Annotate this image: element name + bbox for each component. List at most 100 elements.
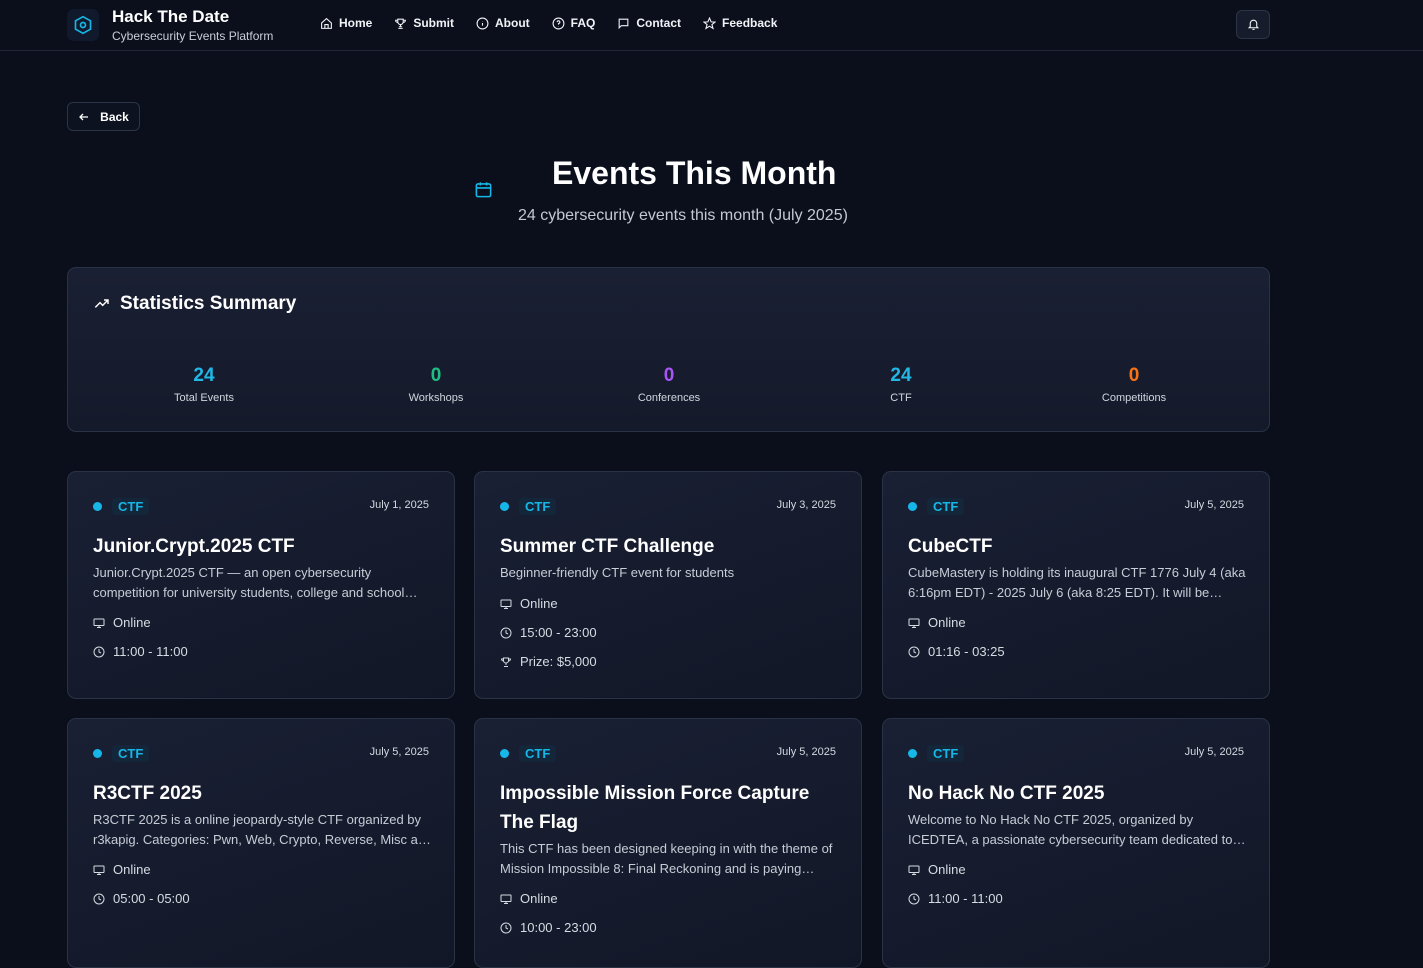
status-dot	[908, 749, 917, 758]
event-type-badge: CTF	[908, 498, 965, 515]
monitor-icon	[500, 894, 512, 904]
event-card[interactable]: CTF July 3, 2025 Summer CTF Challenge Be…	[474, 471, 862, 699]
stat-workshops: 0 Workshops	[346, 364, 526, 404]
event-location-label: Online	[113, 615, 151, 630]
event-title: Summer CTF Challenge	[500, 536, 715, 557]
event-time-label: 05:00 - 05:00	[113, 891, 190, 906]
trending-up-icon	[94, 299, 109, 308]
event-card[interactable]: CTF July 5, 2025 R3CTF 2025 R3CTF 2025 i…	[67, 718, 455, 968]
stat-label: Workshops	[408, 392, 464, 404]
event-prize: Prize: $5,000	[500, 654, 597, 669]
event-type-badge: CTF	[908, 745, 965, 762]
logo[interactable]	[67, 9, 99, 41]
monitor-icon	[908, 618, 920, 628]
event-location: Online	[500, 596, 558, 611]
nav-faq-label: FAQ	[570, 16, 596, 30]
statistics-title: Statistics Summary	[120, 293, 297, 314]
clock-icon	[908, 646, 920, 657]
nav-feedback[interactable]: Feedback	[703, 16, 777, 30]
page-subtitle: 24 cybersecurity events this month (July…	[518, 207, 848, 224]
status-dot	[93, 502, 102, 511]
stat-label: Conferences	[637, 392, 701, 404]
arrow-left-icon	[79, 113, 89, 120]
event-date: July 5, 2025	[776, 746, 836, 758]
event-location-label: Online	[928, 615, 966, 630]
event-location: Online	[93, 862, 151, 877]
event-time-label: 11:00 - 11:00	[928, 891, 1003, 906]
event-description: R3CTF 2025 is a online jeopardy-style CT…	[93, 812, 433, 847]
event-time: 11:00 - 11:00	[908, 891, 1003, 906]
event-card[interactable]: CTF July 5, 2025 No Hack No CTF 2025 Wel…	[882, 718, 1270, 968]
event-type-label: CTF	[112, 498, 150, 515]
event-date: July 3, 2025	[776, 499, 836, 511]
event-time: 15:00 - 23:00	[500, 625, 597, 640]
stat-conferences: 0 Conferences	[579, 364, 759, 404]
status-dot	[908, 502, 917, 511]
event-card[interactable]: CTF July 5, 2025 CubeCTF CubeMastery is …	[882, 471, 1270, 699]
event-card[interactable]: CTF July 5, 2025 Impossible Mission Forc…	[474, 718, 862, 968]
notifications-button[interactable]	[1236, 10, 1270, 39]
brand-title[interactable]: Hack The Date	[112, 7, 229, 27]
nav-submit[interactable]: Submit	[394, 16, 454, 30]
event-prize-label: Prize: $5,000	[520, 654, 597, 669]
stat-label: Total Events	[174, 392, 234, 404]
event-time-label: 01:16 - 03:25	[928, 644, 1005, 659]
help-circle-icon	[552, 17, 565, 29]
event-type-label: CTF	[519, 745, 557, 762]
event-time-label: 15:00 - 23:00	[520, 625, 597, 640]
bell-icon	[1247, 19, 1259, 30]
brand-subtitle: Cybersecurity Events Platform	[112, 29, 274, 43]
event-type-badge: CTF	[93, 498, 150, 515]
event-title: R3CTF 2025	[93, 783, 202, 804]
message-icon	[618, 18, 629, 29]
clock-icon	[93, 646, 105, 657]
status-dot	[93, 749, 102, 758]
back-button[interactable]: Back	[67, 102, 140, 131]
clock-icon	[500, 627, 512, 638]
stat-value: 24	[890, 365, 912, 386]
trophy-icon	[500, 657, 512, 667]
monitor-icon	[908, 865, 920, 875]
event-title: Impossible Mission Force Capture The Fla…	[500, 783, 810, 833]
status-dot	[500, 502, 509, 511]
nav-home[interactable]: Home	[320, 16, 372, 30]
event-location: Online	[908, 615, 966, 630]
nav-contact-label: Contact	[636, 16, 682, 30]
event-location-label: Online	[520, 891, 558, 906]
stat-total-events: 24 Total Events	[114, 364, 294, 404]
event-type-badge: CTF	[93, 745, 150, 762]
event-date: July 5, 2025	[369, 746, 429, 758]
event-location-label: Online	[928, 862, 966, 877]
event-description: Welcome to No Hack No CTF 2025, organize…	[908, 812, 1233, 847]
status-dot	[500, 749, 509, 758]
nav-faq[interactable]: FAQ	[552, 16, 596, 30]
event-title: CubeCTF	[908, 536, 993, 557]
event-type-badge: CTF	[500, 498, 557, 515]
stat-label: Competitions	[1101, 392, 1167, 404]
event-type-label: CTF	[927, 745, 965, 762]
nav-about[interactable]: About	[476, 16, 530, 30]
event-card[interactable]: CTF July 1, 2025 Junior.Crypt.2025 CTF J…	[67, 471, 455, 699]
stat-value: 24	[193, 365, 215, 386]
event-location-label: Online	[520, 596, 558, 611]
event-location: Online	[93, 615, 151, 630]
event-type-badge: CTF	[500, 745, 557, 762]
nav-contact[interactable]: Contact	[617, 16, 681, 30]
event-type-label: CTF	[519, 498, 557, 515]
hexagon-logo-icon	[74, 15, 92, 35]
stat-label: CTF	[890, 392, 912, 404]
star-icon	[703, 16, 717, 30]
stat-value: 0	[663, 365, 675, 386]
event-date: July 1, 2025	[369, 499, 429, 511]
monitor-icon	[93, 865, 105, 875]
calendar-icon	[475, 182, 492, 198]
event-date: July 5, 2025	[1184, 499, 1244, 511]
statistics-header: Statistics Summary	[94, 293, 296, 315]
event-time: 05:00 - 05:00	[93, 891, 190, 906]
clock-icon	[93, 893, 105, 904]
event-time-label: 11:00 - 11:00	[113, 644, 188, 659]
page-title: Events This Month	[552, 155, 837, 191]
event-description: Beginner-friendly CTF event for students	[500, 565, 735, 580]
nav-home-label: Home	[339, 16, 373, 30]
clock-icon	[500, 922, 512, 933]
